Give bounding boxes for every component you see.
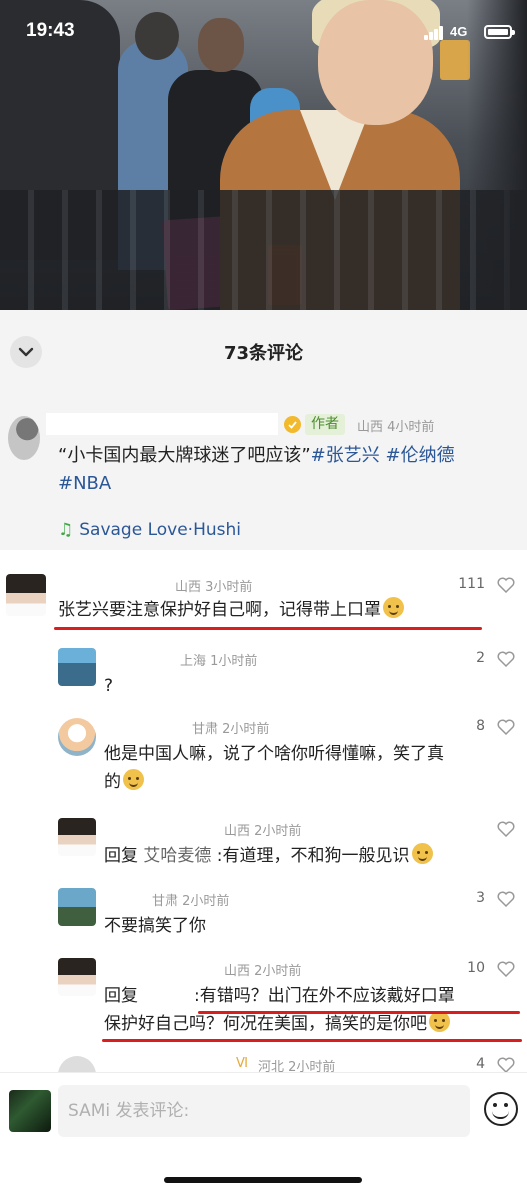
avatar[interactable] [6,574,46,616]
my-avatar[interactable] [9,1090,51,1132]
home-indicator[interactable] [164,1177,362,1183]
comment-text: 回复 艾哈麦德 :有道理，不和狗一般见识 [104,842,433,870]
verified-icon [284,416,301,433]
heart-icon[interactable] [497,1057,515,1072]
author-badge: 作者 [305,414,345,435]
avatar[interactable] [58,1056,96,1072]
reply-item: 甘肃 2小时前 3 不要搞笑了你 [0,886,527,946]
like-count: 4 [476,1056,485,1072]
status-bar: 19:43 4G [0,0,527,62]
comment-meta: 山西 3小时前 [175,580,253,595]
comment-count-title: 73条评论 [223,343,304,364]
status-time: 19:43 [26,20,75,41]
comment-meta: 山西 2小时前 [224,964,302,979]
hashtag[interactable]: #张艺兴 [311,445,380,466]
comment-input[interactable]: SAMi 发表评论: [58,1085,470,1137]
emoji-picker-icon[interactable] [484,1092,518,1126]
reply-item: 山西 2小时前 回复 艾哈麦德 :有道理，不和狗一般见识 [0,816,527,876]
comment-meta: 上海 1小时前 [180,654,258,669]
reply-item: Ⅵ 河北 2小时前 4 [0,1054,527,1072]
reply-item: 甘肃 2小时前 8 他是中国人嘛，说了个啥你听得懂嘛，笑了真的 [0,714,527,806]
avatar[interactable] [58,818,96,856]
heart-icon[interactable] [497,577,515,593]
like-count: 111 [458,576,485,592]
comment-text: 张艺兴要注意保护好自己啊，记得带上口罩 [58,596,404,624]
battery-icon [484,25,515,39]
comment-panel: 73条评论 作者 山西 4小时前 “小卡国内最大牌球迷了吧应该”#张艺兴 #伦纳… [0,310,527,1192]
emoji-icon [411,843,433,864]
hashtag[interactable]: #NBA [58,473,111,494]
highlight-underline [198,1011,520,1014]
music-link[interactable]: ♫ Savage Love·Hushi [58,518,241,542]
author-avatar[interactable] [8,416,40,460]
network-type: 4G [450,24,468,39]
heart-icon[interactable] [497,821,515,837]
music-note-icon: ♫ [58,520,74,540]
comment-input-bar: SAMi 发表评论: [0,1072,527,1192]
avatar[interactable] [58,958,96,996]
username-redacted[interactable] [104,650,172,666]
author-name-redacted[interactable] [46,413,278,435]
highlight-underline [102,1039,522,1042]
highlight-underline [54,627,482,630]
emoji-icon [429,1011,450,1032]
comment-text: 他是中国人嘛，说了个啥你听得懂嘛，笑了真的 [104,744,444,792]
like-count: 2 [476,650,485,666]
emoji-icon [123,769,144,790]
post-text: “小卡国内最大牌球迷了吧应该”#张艺兴 #伦纳德 #NBA [58,445,455,494]
comment-meta: 甘肃 2小时前 [192,722,270,737]
heart-icon[interactable] [497,719,515,735]
like-count: 8 [476,718,485,734]
reply-item: 上海 1小时前 2 ? [0,646,527,702]
original-post: 作者 山西 4小时前 “小卡国内最大牌球迷了吧应该”#张艺兴 #伦纳德 #NBA … [0,394,527,550]
decoration-icon: Ⅵ [236,1056,248,1071]
comment-panel-header: 73条评论 [0,310,527,394]
signal-icon [424,26,444,40]
comment-text: 回复:有错吗？出门在外不应该戴好口罩 保护好自己吗？何况在美国，搞笑的是你吧 [104,986,455,1034]
comment-text: 不要搞笑了你 [104,916,206,936]
like-count: 3 [476,890,485,906]
heart-icon[interactable] [497,961,515,977]
hashtag[interactable]: #伦纳德 [385,445,454,466]
avatar[interactable] [58,718,96,756]
heart-icon[interactable] [497,891,515,907]
comment-meta: 山西 2小时前 [224,824,302,839]
comment-item: 山西 3小时前 111 张艺兴要注意保护好自己啊，记得带上口罩 [0,572,527,632]
avatar[interactable] [58,888,96,926]
post-meta: 山西 4小时前 [357,420,435,435]
heart-icon[interactable] [497,651,515,667]
emoji-icon [383,597,404,618]
like-count: 10 [467,960,485,976]
comment-meta: 河北 2小时前 [258,1060,336,1072]
video-seats [0,190,527,310]
comment-text: ? [104,676,114,696]
comment-meta: 甘肃 2小时前 [152,894,230,909]
reply-username[interactable]: 艾哈麦德 [143,846,211,866]
reply-item: 山西 2小时前 10 回复:有错吗？出门在外不应该戴好口罩 保护好自己吗？何况在美… [0,956,527,1048]
avatar[interactable] [58,648,96,686]
